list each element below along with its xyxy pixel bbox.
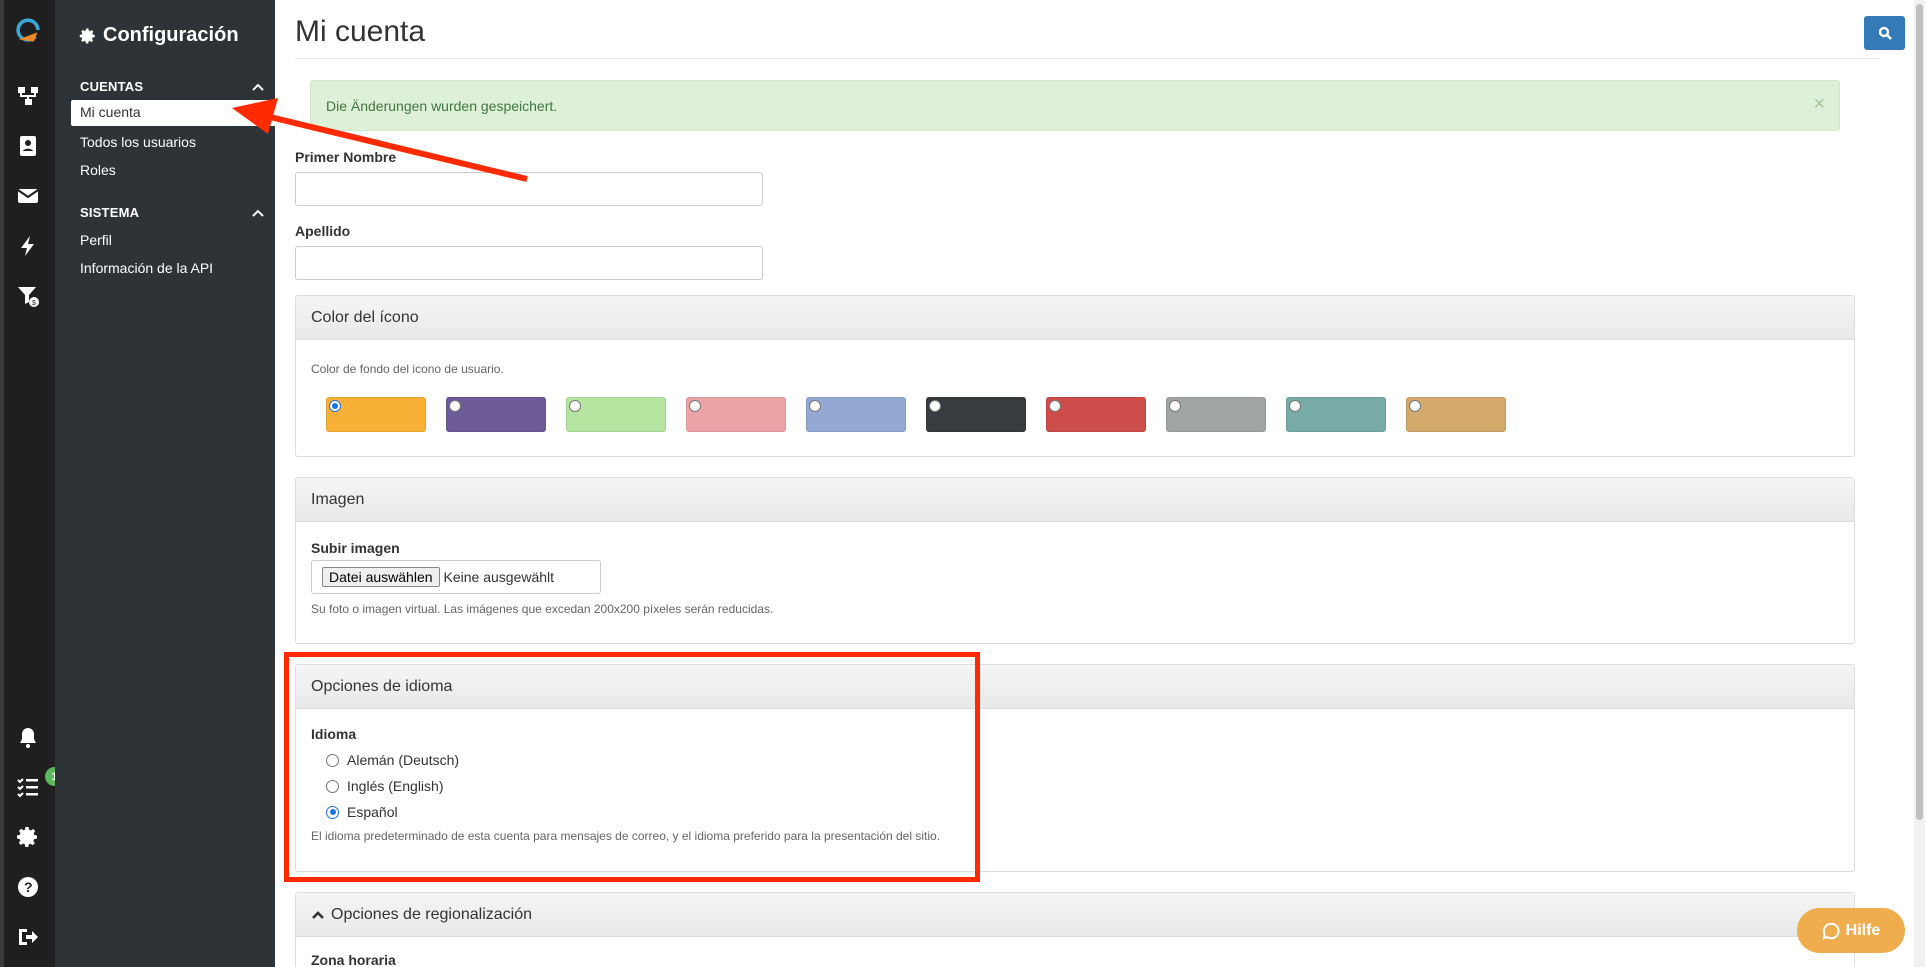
color-swatch-radio[interactable] [449,400,461,412]
file-status: Keine ausgewählt [443,569,555,585]
sidebar-item-informacion-api[interactable]: Información de la API [80,260,213,276]
close-icon[interactable]: × [1813,94,1825,114]
icon-color-help: Color de fondo del icono de usuario. [311,362,504,376]
sidebar-title-text: Configuración [103,24,239,46]
color-swatch-radio[interactable] [1169,400,1181,412]
section-sistema[interactable]: SISTEMA [80,205,265,220]
section-sistema-label: SISTEMA [80,205,140,220]
scrollbar-thumb[interactable] [1916,4,1923,820]
timezone-label: Zona horaria [311,952,396,967]
language-option-de[interactable]: Alemán (Deutsch) [326,752,459,768]
color-swatch-radio[interactable] [329,400,341,412]
image-help: Su foto o imagen virtual. Las imágenes q… [311,602,774,616]
sidebar-item-perfil[interactable]: Perfil [80,232,112,248]
language-heading: Opciones de idioma [296,665,1854,709]
logout-icon[interactable] [14,923,42,951]
choose-file-button[interactable]: Datei auswählen [322,567,440,587]
sidebar-item-todos-los-usuarios[interactable]: Todos los usuarios [80,134,196,150]
color-swatch-radio[interactable] [569,400,581,412]
language-option-es-label: Español [347,804,398,820]
sidebar-item-roles[interactable]: Roles [80,162,116,178]
rail-edge [0,0,4,967]
chevron-up-icon [252,83,264,91]
section-cuentas[interactable]: CUENTAS [80,79,265,94]
icon-color-heading: Color del ícono [296,296,1854,340]
language-help: El idioma predeterminado de esta cuenta … [311,829,941,843]
svg-text:$: $ [32,300,36,307]
upload-image-label: Subir imagen [311,540,400,556]
funnel-dollar-icon[interactable]: $ [14,282,42,310]
help-button[interactable]: Hilfe [1797,908,1905,953]
color-swatch[interactable] [1046,397,1146,432]
contacts-icon[interactable] [14,132,42,160]
color-swatch[interactable] [806,397,906,432]
svg-text:?: ? [24,879,33,895]
logo-icon[interactable] [14,16,42,44]
success-alert: Die Änderungen wurden gespeichert. × [310,80,1840,131]
color-swatch-radio[interactable] [929,400,941,412]
language-panel: Opciones de idioma Idioma Alemán (Deutsc… [295,664,1855,872]
main-content: Mi cuenta Die Änderungen wurden gespeich… [275,0,1925,967]
regional-heading-text: Opciones de regionalización [331,905,533,923]
sidebar-title: Configuración [79,24,239,47]
bell-icon[interactable] [14,724,42,752]
lightning-icon[interactable] [14,232,42,260]
last-name-label: Apellido [295,223,351,239]
title-divider [295,58,1880,59]
color-swatch[interactable] [1286,397,1386,432]
help-circle-icon[interactable]: ? [14,873,42,901]
color-swatch[interactable] [1166,397,1266,432]
radio-en[interactable] [326,779,339,793]
language-option-en-label: Inglés (English) [347,778,444,794]
page-scrollbar[interactable] [1914,0,1925,967]
section-cuentas-label: CUENTAS [80,79,144,94]
gear-icon[interactable] [14,823,42,851]
gear-icon [79,28,95,43]
mail-icon[interactable] [14,182,42,210]
chevron-up-icon [252,209,264,217]
chevron-up-icon [312,910,324,919]
color-swatch[interactable] [446,397,546,432]
color-swatch-radio[interactable] [1289,400,1301,412]
help-button-label: Hilfe [1845,921,1881,939]
search-button[interactable] [1864,16,1905,50]
tasks-icon[interactable] [14,773,42,801]
language-option-en[interactable]: Inglés (English) [326,778,444,794]
icon-rail: $ 1 ? [0,0,64,967]
color-swatch-radio[interactable] [1409,400,1421,412]
radio-de[interactable] [326,753,339,767]
image-heading: Imagen [296,478,1854,522]
page-title: Mi cuenta [295,15,426,48]
color-swatch-radio[interactable] [689,400,701,412]
radio-es[interactable] [326,805,339,819]
workflow-icon[interactable] [14,82,42,110]
icon-color-panel: Color del ícono Color de fondo del icono… [295,295,1855,457]
color-swatch[interactable] [1406,397,1506,432]
color-swatch[interactable] [686,397,786,432]
regional-heading[interactable]: Opciones de regionalización [296,893,1854,937]
alert-message: Die Änderungen wurden gespeichert. [326,98,558,114]
color-swatch[interactable] [326,397,426,432]
image-panel: Imagen Subir imagen Datei auswählen Kein… [295,477,1855,644]
color-swatch[interactable] [926,397,1026,432]
color-swatch-radio[interactable] [1049,400,1061,412]
chat-bubble-icon [1822,922,1840,940]
language-option-es[interactable]: Español [326,804,398,820]
settings-sidebar: Configuración CUENTAS Mi cuenta Todos lo… [55,0,316,967]
color-swatch-radio[interactable] [809,400,821,412]
last-name-input[interactable] [295,246,763,280]
regional-panel: Opciones de regionalización Zona horaria [295,892,1855,967]
first-name-input[interactable] [295,172,763,206]
color-swatch[interactable] [566,397,666,432]
search-icon [1878,26,1892,40]
color-swatch-row [326,397,1506,432]
language-label: Idioma [311,726,357,742]
first-name-label: Primer Nombre [295,149,397,165]
language-option-de-label: Alemán (Deutsch) [347,752,460,768]
file-input[interactable]: Datei auswählen Keine ausgewählt [311,560,601,594]
